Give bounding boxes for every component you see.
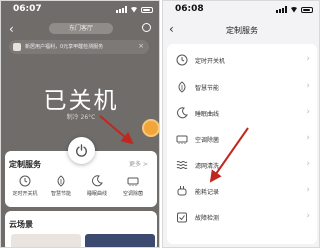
status-bar: 06:07 <box>1 1 159 19</box>
list-item-label: 能耗记录 <box>195 189 220 196</box>
leaf-icon <box>57 175 65 187</box>
chevron-right-icon: › <box>306 159 310 169</box>
list-item-label: 睡眠曲线 <box>195 111 220 118</box>
power-icon <box>76 144 87 157</box>
list-item-diagnosis[interactable]: 故障检测 › <box>167 207 317 229</box>
chevron-right-icon: › <box>306 211 310 221</box>
scene-thumbnail[interactable] <box>11 234 81 247</box>
leaf-icon <box>178 81 186 93</box>
back-icon[interactable]: ‹ <box>9 22 14 36</box>
signal-icon <box>276 6 287 13</box>
list-item-sleep[interactable]: 睡眠曲线 › <box>167 103 317 125</box>
mode-status: 制冷 26°C <box>66 114 96 121</box>
service-timer[interactable]: 定时开关机 <box>7 175 43 197</box>
right-phone-screen: 06:08 ‹ 定制服务 定时开关机 › 智慧节能 › 睡眠曲线 › 空调除菌 … <box>162 0 320 248</box>
timer-icon <box>19 175 31 187</box>
close-icon[interactable]: × <box>138 42 144 50</box>
status-icons <box>116 6 153 13</box>
moon-icon <box>92 175 103 187</box>
list-item-energy[interactable]: 智慧节能 › <box>167 77 317 99</box>
wifi-icon <box>290 6 298 13</box>
sterilize-icon <box>176 135 188 144</box>
service-energy[interactable]: 智慧节能 <box>43 175 79 197</box>
promo-banner[interactable]: 新居用户福利，0元享甲醛检测服务 × <box>9 40 149 54</box>
service-label: 定时开关机 <box>12 191 38 197</box>
room-selector[interactable]: 东门客厅 <box>49 23 113 34</box>
status-time: 06:08 <box>175 4 204 14</box>
battery-icon <box>301 6 313 13</box>
status-bar: 06:08 <box>163 1 319 19</box>
chevron-right-icon: › <box>306 54 310 64</box>
service-label: 睡眠曲线 <box>86 191 107 197</box>
filter-icon <box>176 160 188 170</box>
service-card-title: 定制服务 <box>9 160 41 169</box>
list-item-filter[interactable]: 滤网清洗 › <box>167 155 317 177</box>
settings-icon[interactable] <box>142 23 151 32</box>
chevron-right-icon: › <box>306 81 310 91</box>
list-item-label: 定时开关机 <box>195 58 226 65</box>
list-item-timer[interactable]: 定时开关机 › <box>167 50 317 72</box>
list-item-label: 空调除菌 <box>195 137 220 144</box>
scene-thumbnail[interactable] <box>85 234 155 247</box>
status-icons <box>276 6 313 13</box>
page-title: 定制服务 <box>226 26 258 35</box>
promo-banner-text: 新居用户福利，0元享甲醛检测服务 <box>25 44 104 50</box>
list-item-label: 滤网清洗 <box>195 163 220 170</box>
signal-icon <box>116 6 127 13</box>
service-label: 智慧节能 <box>50 191 71 197</box>
chevron-right-icon: › <box>306 107 310 117</box>
list-item-energy-record[interactable]: 能耗记录 › <box>167 181 317 203</box>
service-sleep[interactable]: 睡眠曲线 <box>79 175 115 197</box>
power-button[interactable] <box>68 137 95 164</box>
chevron-right-icon: › <box>306 185 310 195</box>
wifi-icon <box>130 6 138 13</box>
sterilize-icon <box>127 177 139 186</box>
list-item-label: 智慧节能 <box>195 85 220 92</box>
assistant-badge-icon[interactable] <box>144 121 158 135</box>
more-link[interactable]: 更多 > <box>129 159 148 168</box>
status-time: 06:07 <box>13 4 42 14</box>
list-item-sterilize[interactable]: 空调除菌 › <box>167 129 317 151</box>
moon-icon <box>177 107 188 119</box>
service-label: 空调除菌 <box>122 191 143 197</box>
chevron-right-icon: › <box>306 133 310 143</box>
power-status: 已关机 <box>43 88 119 114</box>
diagnosis-icon <box>177 212 187 223</box>
timer-icon <box>176 54 188 66</box>
battery-icon <box>141 6 153 13</box>
service-sterilize[interactable]: 空调除菌 <box>115 175 151 197</box>
plug-icon <box>177 186 187 196</box>
gift-icon <box>13 43 21 51</box>
scene-card-title: 云场景 <box>9 220 33 229</box>
list-item-label: 故障检测 <box>195 215 220 222</box>
left-phone-screen: 06:07 ‹ 东门客厅 新居用户福利，0元享甲醛检测服务 × 已关机 制冷 2… <box>0 0 160 248</box>
